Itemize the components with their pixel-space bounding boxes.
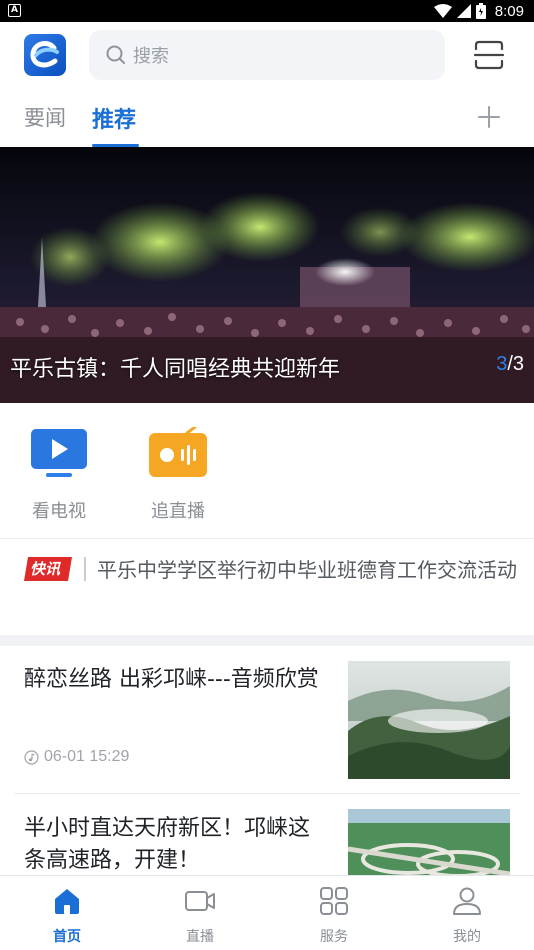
- tab-news[interactable]: 要闻: [24, 102, 66, 132]
- signal-icon: [456, 4, 471, 18]
- section-divider: [0, 635, 534, 646]
- banner-carousel[interactable]: 平乐古镇：千人同唱经典共迎新年 3/3: [0, 147, 534, 403]
- article-item[interactable]: 半小时直达天府新区！邛崃这条高速路，开建！: [14, 795, 520, 875]
- nav-live-label: 直播: [186, 929, 214, 945]
- quick-entry-bar: 看电视 追直播: [0, 403, 534, 539]
- add-channel-icon[interactable]: [476, 104, 502, 130]
- bottom-navigation: 首页 直播 服务 我的: [0, 875, 534, 950]
- logo-e-icon: [30, 40, 59, 68]
- nav-services[interactable]: 服务: [294, 884, 374, 946]
- article-meta: 06-01 15:29: [24, 748, 129, 766]
- scan-menu-icon[interactable]: [472, 38, 506, 72]
- watch-tv-button[interactable]: 看电视: [14, 427, 104, 523]
- highway-interchange-image: [348, 809, 510, 875]
- article-thumbnail: [348, 809, 510, 875]
- search-placeholder: 搜索: [133, 46, 169, 67]
- follow-live-button[interactable]: 追直播: [133, 425, 223, 523]
- banner-page-indicator: 3/3: [496, 353, 524, 376]
- nav-live[interactable]: 直播: [160, 884, 240, 946]
- banner-current-page: 3: [496, 353, 508, 375]
- article-time: 06-01 15:29: [44, 748, 130, 765]
- article-title: 醉恋丝路 出彩邛崃---音频欣赏: [24, 667, 319, 692]
- app-indicator-icon: A: [8, 4, 21, 17]
- nav-home-label: 首页: [53, 929, 81, 945]
- article-title: 半小时直达天府新区！邛崃这条高速路，开建！: [24, 816, 311, 873]
- status-time: 8:09: [494, 2, 524, 20]
- article-item[interactable]: 醉恋丝路 出彩邛崃---音频欣赏 06-01 15:29: [14, 646, 520, 794]
- grid-icon: [320, 887, 348, 915]
- article-thumbnail: [348, 661, 510, 779]
- battery-icon: [475, 3, 486, 19]
- channel-tabs: 要闻 推荐: [0, 90, 534, 147]
- status-bar: A 8:09: [0, 0, 534, 22]
- banner-total-pages: /3: [507, 353, 524, 375]
- video-camera-icon: [185, 891, 215, 911]
- wifi-icon: [433, 4, 452, 18]
- search-icon: [106, 45, 125, 64]
- app-logo[interactable]: [24, 34, 66, 76]
- user-icon: [453, 887, 481, 915]
- mountain-mist-image: [348, 661, 510, 779]
- flash-badge-label: 快讯: [30, 560, 61, 578]
- nav-me[interactable]: 我的: [427, 884, 507, 946]
- search-input[interactable]: 搜索: [89, 30, 445, 80]
- top-header: 搜索: [0, 22, 534, 90]
- watch-tv-label: 看电视: [32, 501, 86, 522]
- flash-headline: 平乐中学学区举行初中毕业班德育工作交流活动: [97, 558, 517, 582]
- nav-services-label: 服务: [320, 929, 348, 945]
- tv-play-icon: [31, 429, 87, 477]
- banner-caption: 平乐古镇：千人同唱经典共迎新年: [10, 357, 341, 382]
- audio-icon: [24, 749, 39, 765]
- flash-badge: 快讯: [24, 557, 72, 581]
- nav-home[interactable]: 首页: [27, 884, 107, 946]
- live-radio-icon: [149, 425, 207, 477]
- home-icon: [55, 889, 79, 914]
- nav-me-label: 我的: [453, 929, 481, 945]
- follow-live-label: 追直播: [151, 501, 205, 522]
- flash-divider: [84, 557, 86, 581]
- tab-recommended[interactable]: 推荐: [92, 102, 136, 134]
- flash-news[interactable]: 快讯 平乐中学学区举行初中毕业班德育工作交流活动: [0, 540, 534, 635]
